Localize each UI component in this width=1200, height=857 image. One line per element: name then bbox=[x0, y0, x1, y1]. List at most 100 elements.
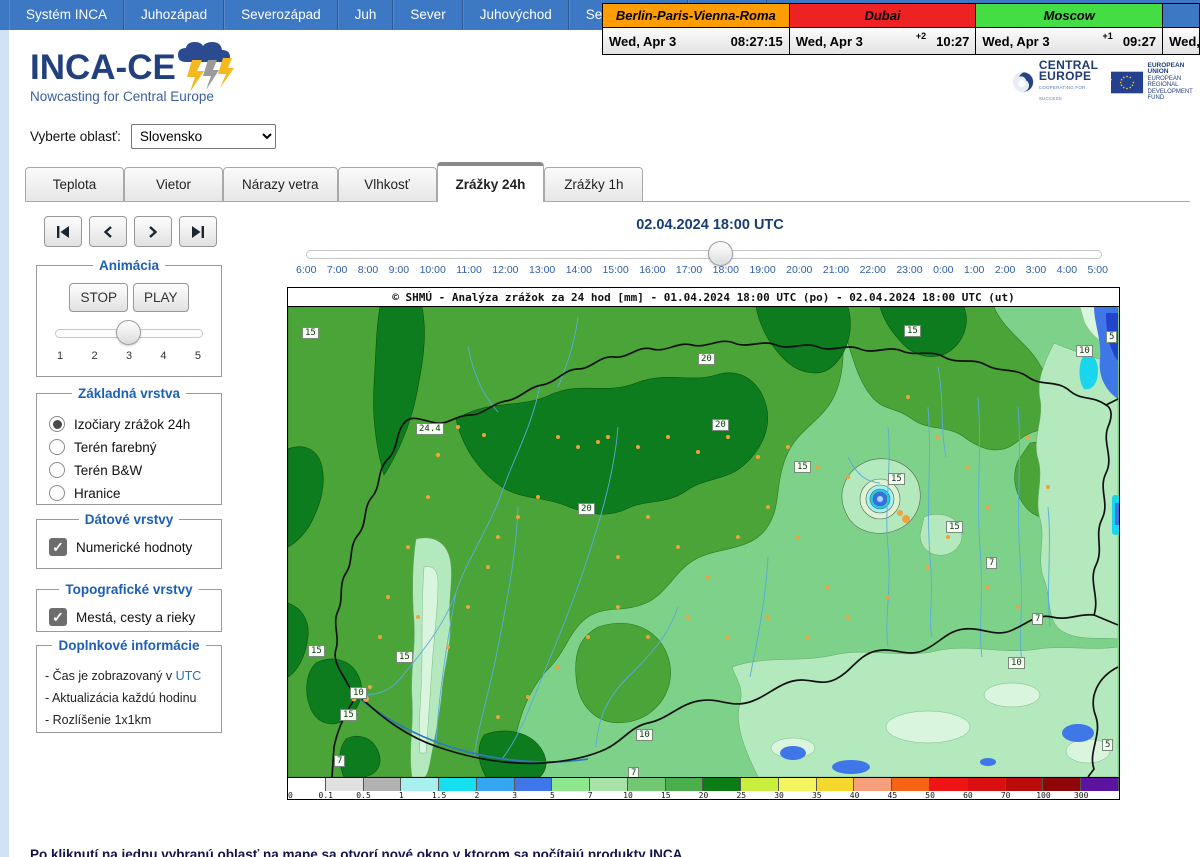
clock-zone-name: Moscow bbox=[976, 3, 1162, 28]
time-slider-track[interactable] bbox=[306, 250, 1102, 259]
utc-link[interactable]: UTC bbox=[176, 669, 202, 683]
stop-button[interactable]: STOP bbox=[69, 283, 128, 312]
radio-ter-n-b-w[interactable]: Terén B&W bbox=[49, 462, 213, 478]
storm-cloud-icon bbox=[168, 40, 248, 98]
color-scale-segment-3 bbox=[515, 778, 553, 791]
color-scale-label-20: 20 bbox=[699, 791, 709, 800]
animation-panel: Animácia STOP PLAY 12345 bbox=[36, 258, 222, 377]
tick-6-00: 6:00 bbox=[296, 264, 316, 276]
radio-ter-n-farebn[interactable]: Terén farebný bbox=[49, 439, 213, 455]
nav-item-juh[interactable]: Juh bbox=[338, 0, 394, 30]
color-scale-label-3: 3 bbox=[512, 791, 517, 800]
numeric-values-checkbox-row[interactable]: ✓ Numerické hodnoty bbox=[49, 538, 213, 556]
time-slider-handle[interactable] bbox=[708, 241, 733, 266]
clock-date: Wed, bbox=[1169, 34, 1200, 49]
radio-label: Hranice bbox=[74, 486, 121, 501]
next-frame-button[interactable] bbox=[134, 216, 172, 247]
tick-23-00: 23:00 bbox=[896, 264, 922, 276]
tick-8-00: 8:00 bbox=[358, 264, 378, 276]
eu-line1: EUROPEAN UNION bbox=[1148, 62, 1185, 76]
radio-icon[interactable] bbox=[49, 462, 65, 478]
data-layers-legend: Dátové vrstvy bbox=[79, 512, 180, 527]
eu-line3: DEVELOPMENT FUND bbox=[1148, 89, 1200, 102]
tick-2-00: 2:00 bbox=[995, 264, 1015, 276]
color-scale-label-15: 15 bbox=[661, 791, 671, 800]
radio-selected-icon[interactable] bbox=[49, 416, 65, 432]
nav-item-juhoz-pad[interactable]: Juhozápad bbox=[124, 0, 224, 30]
speed-slider-handle[interactable] bbox=[116, 320, 141, 345]
map-title: © SHMÚ - Analýza zrážok za 24 hod [mm] -… bbox=[288, 288, 1119, 307]
color-scale-segment-2 bbox=[477, 778, 515, 791]
first-frame-button[interactable] bbox=[44, 216, 82, 247]
precipitation-map[interactable]: 1520152024.42015151510515151071075107157 bbox=[288, 307, 1119, 777]
color-scale: 00.10.511.523571015202530354045506070100… bbox=[288, 777, 1119, 799]
color-scale-label-100: 100 bbox=[1036, 791, 1050, 800]
info-line: - Rozlíšenie 1x1km bbox=[45, 713, 213, 727]
color-scale-label-70: 70 bbox=[1001, 791, 1011, 800]
local-minimum-rings bbox=[842, 459, 920, 534]
color-scale-label-30: 30 bbox=[774, 791, 784, 800]
prev-frame-button[interactable] bbox=[89, 216, 127, 247]
color-scale-label-10: 10 bbox=[623, 791, 633, 800]
nav-item-severoz-pad[interactable]: Severozápad bbox=[224, 0, 338, 30]
tick-13-00: 13:00 bbox=[529, 264, 555, 276]
precipitation-map-canvas[interactable] bbox=[288, 307, 1119, 777]
tab-n-razy-vetra[interactable]: Nárazy vetra bbox=[223, 167, 338, 201]
tick-22-00: 22:00 bbox=[860, 264, 886, 276]
nav-item-syst-m-inca[interactable]: Systém INCA bbox=[9, 0, 124, 30]
radio-izo-iary-zr-ok-24h[interactable]: Izočiary zrážok 24h bbox=[49, 416, 213, 432]
info-text: - Čas je zobrazovaný v bbox=[45, 669, 176, 683]
speed-scale: 12345 bbox=[57, 350, 201, 362]
info-line: - Čas je zobrazovaný v UTC bbox=[45, 669, 213, 683]
clock-zone-name bbox=[1163, 3, 1199, 28]
tab-vlhkos[interactable]: Vlhkosť bbox=[338, 167, 437, 201]
color-scale-segment-300 bbox=[1081, 778, 1119, 791]
tick-20-00: 20:00 bbox=[786, 264, 812, 276]
color-scale-segment-15 bbox=[666, 778, 704, 791]
next-frame-icon bbox=[147, 225, 159, 239]
info-text: - Rozlíšenie 1x1km bbox=[45, 713, 151, 727]
tab-zr-ky-24h[interactable]: Zrážky 24h bbox=[437, 162, 545, 202]
numeric-values-label: Numerické hodnoty bbox=[76, 540, 192, 555]
data-layers-panel: Dátové vrstvy ✓ Numerické hodnoty bbox=[36, 512, 222, 569]
cities-roads-rivers-checkbox-row[interactable]: ✓ Mestá, cesty a rieky bbox=[49, 608, 213, 626]
app-logo: INCA-CE Nowcasting for Central Europe bbox=[30, 48, 290, 110]
color-scale-segment-5 bbox=[552, 778, 590, 791]
clock-time-value: 10:27 bbox=[936, 34, 969, 49]
topo-layers-panel: Topografické vrstvy ✓ Mestá, cesty a rie… bbox=[36, 582, 222, 632]
clock-zone-time: Wed, Apr 3 +2 10:27 bbox=[790, 28, 976, 55]
tab-vietor[interactable]: Vietor bbox=[124, 167, 223, 201]
animation-speed-slider[interactable] bbox=[55, 320, 203, 346]
region-selector-row: Vyberte oblasť: Slovensko bbox=[30, 124, 276, 149]
partner-logos: CENTRAL EUROPE COOPERATING FOR SUCCESS E… bbox=[1012, 60, 1200, 104]
color-scale-label-0: 0 bbox=[288, 791, 293, 800]
checkbox-checked-icon[interactable]: ✓ bbox=[49, 608, 67, 626]
frame-stepper bbox=[44, 216, 217, 247]
checkbox-checked-icon[interactable]: ✓ bbox=[49, 538, 67, 556]
radio-hranice[interactable]: Hranice bbox=[49, 485, 213, 501]
clock-utc-offset: +2 bbox=[916, 31, 926, 41]
color-scale-segment-30 bbox=[779, 778, 817, 791]
tick-14-00: 14:00 bbox=[566, 264, 592, 276]
color-scale-segment-0.5 bbox=[364, 778, 402, 791]
tab-zr-ky-1h[interactable]: Zrážky 1h bbox=[544, 167, 643, 201]
last-frame-button[interactable] bbox=[179, 216, 217, 247]
radio-icon[interactable] bbox=[49, 439, 65, 455]
info-line: - Aktualizácia každú hodinu bbox=[45, 691, 213, 705]
tab-teplota[interactable]: Teplota bbox=[25, 167, 124, 201]
clock-date: Wed, Apr 3 bbox=[982, 34, 1049, 49]
region-select[interactable]: Slovensko bbox=[131, 124, 276, 149]
color-scale-segment-0.1 bbox=[326, 778, 364, 791]
radio-icon[interactable] bbox=[49, 485, 65, 501]
nav-item-juhov-chod[interactable]: Juhovýchod bbox=[463, 0, 569, 30]
tick-5-00: 5:00 bbox=[1088, 264, 1108, 276]
cities-roads-rivers-label: Mestá, cesty a rieky bbox=[76, 610, 195, 625]
ce-tagline: COOPERATING FOR SUCCESS bbox=[1039, 82, 1102, 104]
clock-date: Wed, Apr 3 bbox=[796, 34, 863, 49]
eu-logo: EUROPEAN UNION EUROPEAN REGIONAL DEVELOP… bbox=[1111, 63, 1200, 102]
clock-zone-dubai: DubaiWed, Apr 3+210:27 bbox=[790, 3, 977, 55]
world-clocks: Berlin-Paris-Vienna-RomaWed, Apr 308:27:… bbox=[602, 3, 1200, 55]
play-button[interactable]: PLAY bbox=[133, 283, 189, 312]
info-legend: Doplnkové informácie bbox=[52, 638, 205, 653]
nav-item-sever[interactable]: Sever bbox=[393, 0, 462, 30]
